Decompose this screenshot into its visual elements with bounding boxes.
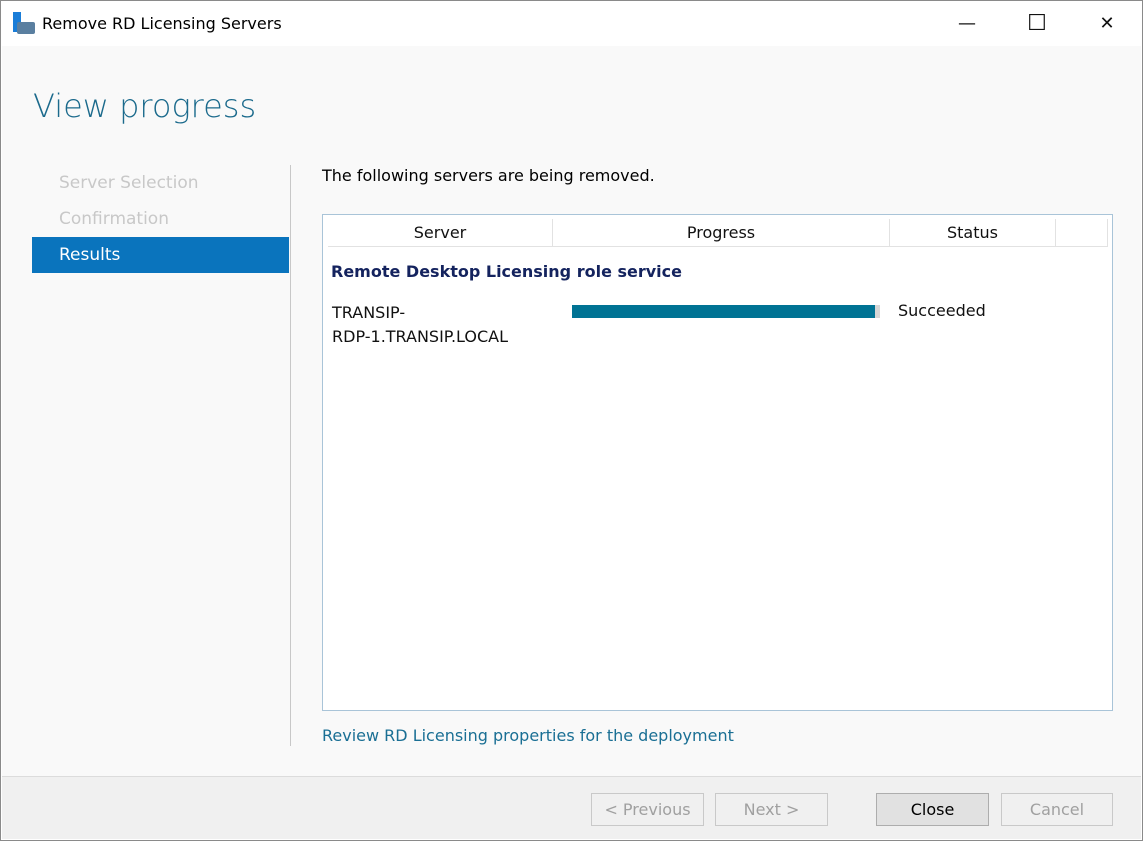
maximize-button[interactable]: ☐ xyxy=(1002,1,1072,46)
progress-bar xyxy=(572,305,880,318)
divider xyxy=(290,165,291,746)
progress-fill xyxy=(572,305,876,318)
column-header-status[interactable]: Status xyxy=(890,219,1056,246)
status-text: Succeeded xyxy=(898,301,986,320)
progress-table: Server Progress Status Remote Desktop Li… xyxy=(322,214,1113,711)
window-title: Remove RD Licensing Servers xyxy=(42,14,282,33)
wizard-window: Remove RD Licensing Servers — ☐ ✕ View p… xyxy=(0,0,1143,841)
nav-item-results[interactable]: Results xyxy=(32,237,289,273)
group-header: Remote Desktop Licensing role service xyxy=(331,262,682,281)
column-header-progress[interactable]: Progress xyxy=(553,219,890,246)
server-name-line1: TRANSIP- xyxy=(332,303,406,322)
page-title: View progress xyxy=(33,87,257,125)
table-header: Server Progress Status xyxy=(328,219,1108,247)
intro-text: The following servers are being removed. xyxy=(322,166,655,185)
close-window-button[interactable]: ✕ xyxy=(1072,1,1142,46)
server-toolbox-icon xyxy=(13,12,37,34)
nav-item-confirmation: Confirmation xyxy=(59,209,169,229)
close-button[interactable]: Close xyxy=(876,793,989,826)
column-header-server[interactable]: Server xyxy=(328,219,553,246)
column-header-empty xyxy=(1056,219,1108,246)
title-bar: Remove RD Licensing Servers — ☐ ✕ xyxy=(1,1,1142,46)
review-properties-link[interactable]: Review RD Licensing properties for the d… xyxy=(322,726,734,745)
server-name: TRANSIP- RDP-1.TRANSIP.LOCAL xyxy=(332,301,508,349)
server-name-line2: RDP-1.TRANSIP.LOCAL xyxy=(332,327,509,346)
wizard-nav: Server Selection Confirmation Results xyxy=(32,165,289,273)
cancel-button[interactable]: Cancel xyxy=(1001,793,1113,826)
next-button[interactable]: Next > xyxy=(715,793,828,826)
previous-button[interactable]: < Previous xyxy=(591,793,704,826)
nav-item-server-selection: Server Selection xyxy=(59,173,199,193)
minimize-button[interactable]: — xyxy=(932,1,1002,46)
